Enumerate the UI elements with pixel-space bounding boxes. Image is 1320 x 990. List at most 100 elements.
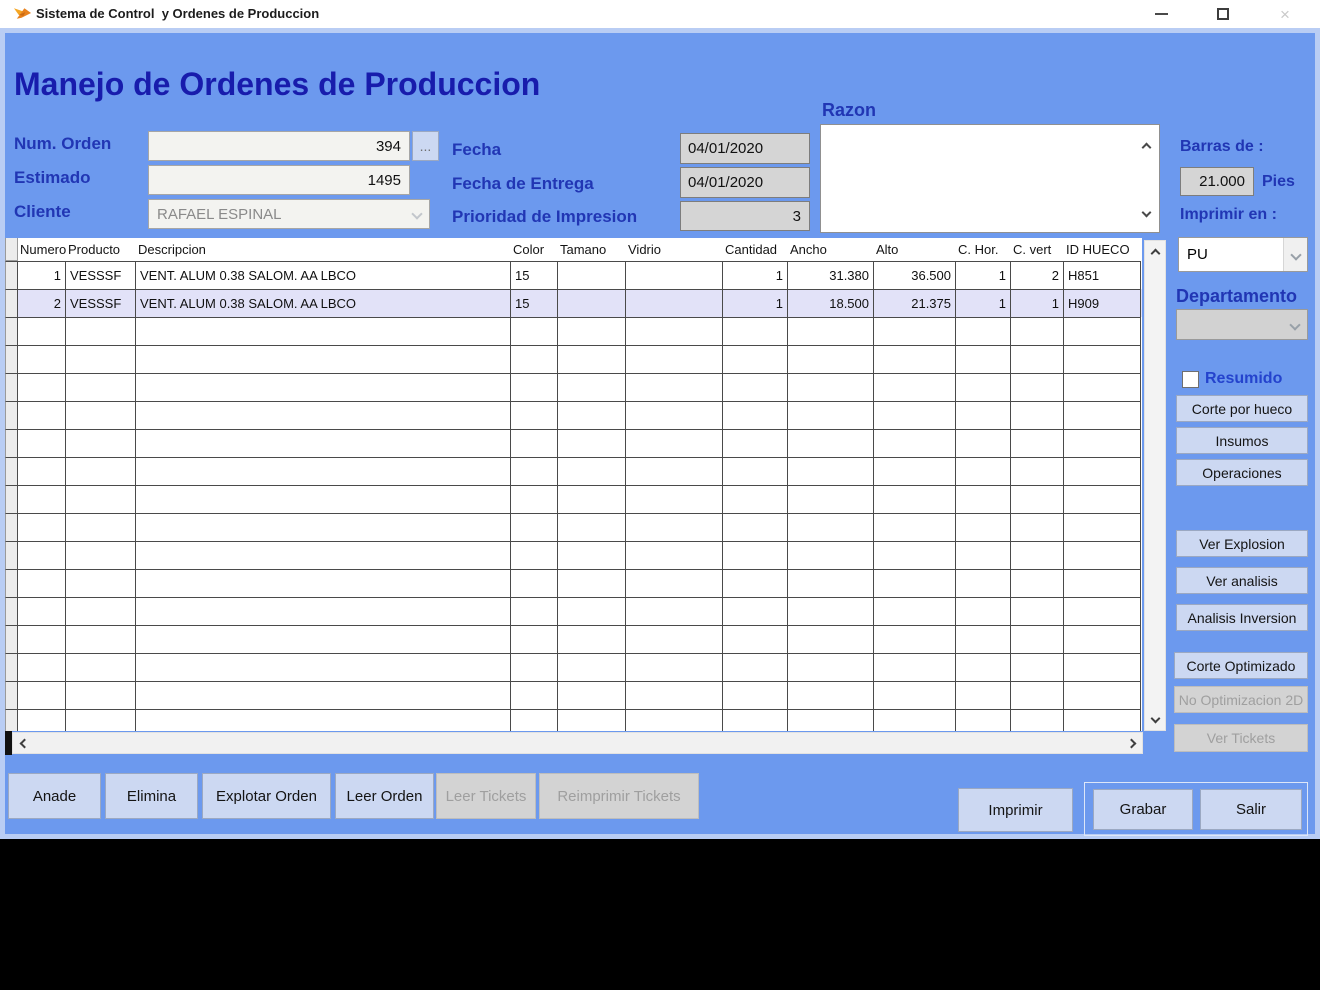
table-cell (874, 681, 956, 709)
table-cell: 36.500 (874, 261, 956, 289)
row-selector[interactable] (5, 513, 18, 541)
table-cell (874, 485, 956, 513)
row-selector[interactable] (5, 681, 18, 709)
table-cell (1064, 429, 1141, 457)
barras-input[interactable]: 21.000 (1180, 167, 1254, 196)
table-row[interactable] (5, 429, 1142, 457)
prioridad-input[interactable]: 3 (680, 201, 810, 231)
ver-analisis-button[interactable]: Ver analisis (1176, 567, 1308, 594)
salir-button[interactable]: Salir (1200, 789, 1302, 830)
row-selector[interactable] (5, 625, 18, 653)
chevron-down-icon[interactable] (405, 200, 429, 228)
table-cell: 1 (956, 289, 1011, 317)
row-selector[interactable] (5, 485, 18, 513)
title-bar: Sistema de Control y Ordenes de Producci… (0, 0, 1320, 28)
table-row[interactable]: 2VESSSFVENT. ALUM 0.38 SALOM. AA LBCO151… (5, 289, 1142, 317)
scroll-down-icon[interactable] (1143, 203, 1150, 221)
row-selector[interactable] (5, 541, 18, 569)
table-row[interactable]: 1VESSSFVENT. ALUM 0.38 SALOM. AA LBCO151… (5, 261, 1142, 289)
minimize-button[interactable] (1138, 0, 1184, 28)
resumido-checkbox[interactable]: Resumido (1182, 370, 1282, 388)
ver-explosion-button[interactable]: Ver Explosion (1176, 530, 1308, 557)
horizontal-scrollbar[interactable] (12, 732, 1143, 754)
table-cell (788, 429, 874, 457)
scroll-left-button[interactable] (13, 733, 35, 753)
num-orden-browse-button[interactable]: ... (412, 131, 439, 161)
checkbox-icon[interactable] (1182, 371, 1199, 388)
row-selector[interactable] (5, 429, 18, 457)
vertical-scrollbar[interactable] (1144, 240, 1166, 731)
table-cell (626, 401, 723, 429)
table-row[interactable] (5, 597, 1142, 625)
table-row[interactable] (5, 653, 1142, 681)
explotar-orden-button[interactable]: Explotar Orden (202, 773, 331, 819)
chevron-down-icon[interactable] (1283, 310, 1307, 339)
table-cell (558, 569, 626, 597)
operaciones-button[interactable]: Operaciones (1176, 459, 1308, 486)
table-row[interactable] (5, 625, 1142, 653)
scroll-up-icon[interactable] (1143, 138, 1150, 156)
fecha-input[interactable]: 04/01/2020 (680, 133, 810, 164)
row-selector[interactable] (5, 261, 18, 289)
leer-orden-button[interactable]: Leer Orden (335, 773, 434, 819)
order-items-grid-rows: 1VESSSFVENT. ALUM 0.38 SALOM. AA LBCO151… (5, 261, 1142, 731)
row-selector[interactable] (5, 709, 18, 731)
resumido-label: Resumido (1205, 370, 1282, 388)
row-selector[interactable] (5, 569, 18, 597)
corte-optimizado-button[interactable]: Corte Optimizado (1174, 652, 1308, 679)
scroll-up-button[interactable] (1145, 243, 1165, 263)
grabar-button[interactable]: Grabar (1093, 789, 1193, 830)
table-row[interactable] (5, 401, 1142, 429)
table-cell (136, 513, 511, 541)
departamento-combobox[interactable] (1176, 309, 1308, 340)
table-cell (66, 457, 136, 485)
table-row[interactable] (5, 457, 1142, 485)
scroll-right-button[interactable] (1120, 733, 1142, 753)
row-selector[interactable] (5, 345, 18, 373)
table-cell (18, 597, 66, 625)
table-cell (956, 429, 1011, 457)
grid-caret (5, 731, 12, 755)
table-cell (626, 373, 723, 401)
fecha-entrega-input[interactable]: 04/01/2020 (680, 167, 810, 198)
table-row[interactable] (5, 541, 1142, 569)
row-selector[interactable] (5, 401, 18, 429)
table-row[interactable] (5, 373, 1142, 401)
estimado-input[interactable]: 1495 (148, 165, 410, 195)
table-cell (626, 429, 723, 457)
corte-por-hueco-button[interactable]: Corte por hueco (1176, 395, 1308, 422)
table-row[interactable] (5, 569, 1142, 597)
order-items-grid[interactable]: NumeroProductoDescripcionColorTamanoVidr… (5, 238, 1142, 731)
analisis-inversion-button[interactable]: Analisis Inversion (1176, 604, 1308, 631)
table-row[interactable] (5, 681, 1142, 709)
table-row[interactable] (5, 485, 1142, 513)
table-row[interactable] (5, 345, 1142, 373)
table-cell: 1 (956, 261, 1011, 289)
table-cell (788, 625, 874, 653)
row-selector[interactable] (5, 373, 18, 401)
cliente-combobox[interactable]: RAFAEL ESPINAL (148, 199, 430, 229)
row-selector[interactable] (5, 597, 18, 625)
reimprimir-tickets-button: Reimprimir Tickets (539, 773, 699, 819)
scroll-down-button[interactable] (1145, 708, 1165, 728)
row-selector[interactable] (5, 457, 18, 485)
anade-button[interactable]: Anade (8, 773, 101, 819)
imprimir-en-combobox[interactable]: PU (1178, 237, 1308, 272)
imprimir-button[interactable]: Imprimir (958, 788, 1073, 832)
table-cell (788, 653, 874, 681)
num-orden-input[interactable]: 394 (148, 131, 410, 161)
elimina-button[interactable]: Elimina (105, 773, 198, 819)
table-cell (136, 709, 511, 731)
table-row[interactable] (5, 513, 1142, 541)
row-selector[interactable] (5, 653, 18, 681)
departamento-label: Departamento (1176, 286, 1297, 307)
table-row[interactable] (5, 709, 1142, 731)
maximize-button[interactable] (1200, 0, 1246, 28)
razon-textarea[interactable] (820, 124, 1160, 233)
close-button[interactable]: × (1262, 0, 1308, 28)
row-selector[interactable] (5, 289, 18, 317)
table-row[interactable] (5, 317, 1142, 345)
chevron-down-icon[interactable] (1283, 238, 1307, 271)
row-selector[interactable] (5, 317, 18, 345)
insumos-button[interactable]: Insumos (1176, 427, 1308, 454)
